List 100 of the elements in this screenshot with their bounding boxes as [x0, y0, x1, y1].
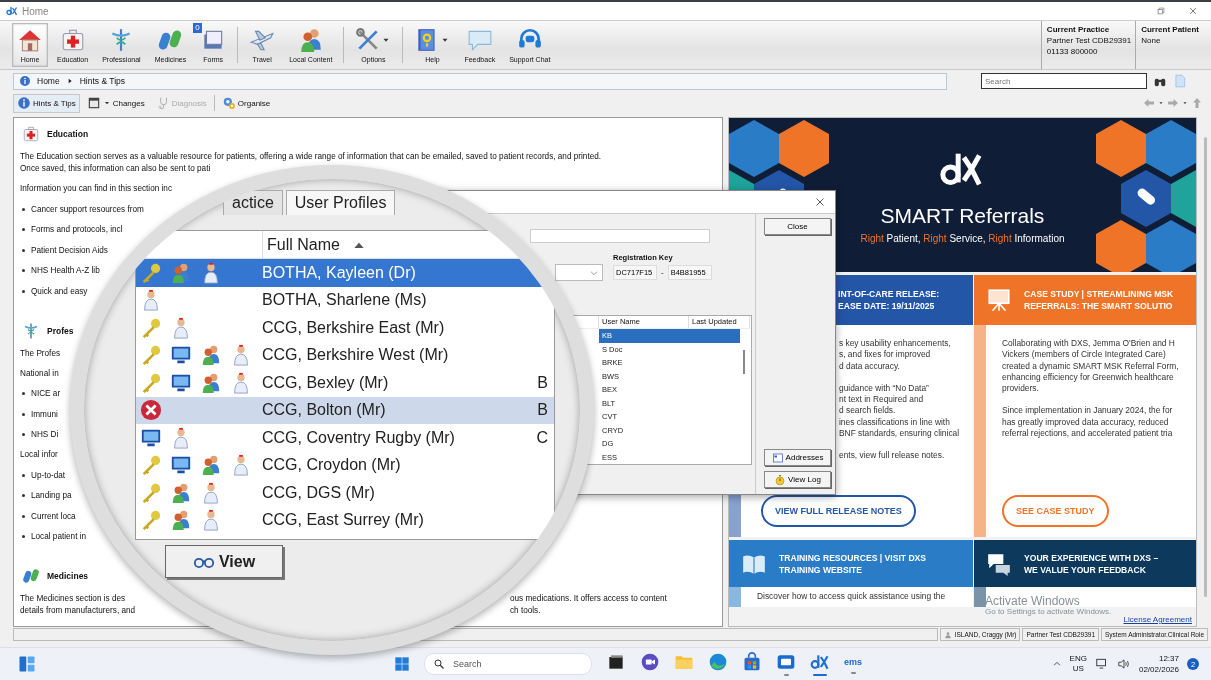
dropdown-field[interactable] — [555, 264, 603, 281]
easel-icon — [986, 287, 1012, 313]
separator-text: - — [661, 268, 664, 277]
bullet-icon — [22, 248, 25, 252]
bullet-icon — [22, 514, 25, 518]
list-row[interactable]: CCG, Bolton (Mr) B — [136, 396, 554, 424]
view-button[interactable]: View — [165, 545, 283, 578]
people-icon — [170, 261, 192, 284]
section-heading: Education — [47, 129, 89, 139]
up-arrow-icon — [1191, 97, 1203, 109]
first-aid-kit-icon — [22, 125, 40, 143]
list-row[interactable]: CCG, Berkshire West (Mr) — [136, 341, 554, 369]
app-window-icon — [606, 652, 626, 672]
list-row[interactable]: CCG, Coventry Rugby (Mr) C — [136, 424, 554, 452]
table-cell: CCG, DGS (Mr) — [262, 483, 375, 502]
list-row[interactable]: CCG, Croydon (Mr) — [136, 451, 554, 479]
chevron-up-icon — [1051, 659, 1062, 669]
search-field[interactable]: Search — [981, 73, 1147, 89]
input-field[interactable] — [530, 229, 710, 243]
shopping-bag-icon — [742, 652, 762, 672]
people-icon — [170, 481, 192, 504]
list-row[interactable]: CCG, Bexley (Mr) B — [136, 369, 554, 397]
banner-tagline: Right Patient, Right Service, Right Information — [860, 233, 1065, 244]
text-line: ch tools. — [510, 605, 541, 617]
table-cell: BOTHA, Kayleen (Dr) — [262, 263, 416, 282]
forward-arrow-icon — [1167, 97, 1179, 109]
gears-icon — [221, 96, 236, 110]
dialog-button[interactable]: Close — [764, 218, 831, 235]
list-item: Patient Decision Aids — [31, 245, 108, 255]
caduceus-icon — [22, 321, 40, 340]
list-item: Immuni — [31, 409, 58, 419]
list-item: Cancer support resources from — [31, 204, 144, 214]
list-item: Current loca — [31, 511, 76, 521]
toolbar-button[interactable]: Changes — [82, 93, 149, 113]
context-label: Current Patient — [1141, 24, 1199, 35]
caret-down-icon — [1158, 100, 1164, 106]
scrollbar — [743, 350, 745, 374]
bullet-icon — [22, 433, 25, 437]
toolbar-button[interactable]: Organise — [217, 93, 275, 113]
license-link[interactable]: License Agreement — [1123, 615, 1192, 624]
caret-down-icon — [102, 99, 111, 107]
toolbar-button[interactable]: Hints & Tips — [13, 93, 80, 113]
key-icon — [140, 344, 162, 367]
list-item: NHS Di — [31, 430, 59, 440]
clock-time: 12:37 — [1158, 653, 1179, 664]
people-icon — [200, 344, 222, 367]
list-item: Forms and protocols, incl — [31, 225, 123, 235]
caret-down-icon — [1182, 100, 1188, 106]
bullet-icon — [22, 228, 25, 232]
list-item: Up-to-dat — [31, 470, 66, 480]
stethoscope-icon — [155, 96, 170, 110]
speaker-icon — [1116, 657, 1131, 671]
network-icon — [1094, 657, 1109, 671]
key-icon — [140, 316, 162, 339]
card-stripe — [729, 587, 741, 607]
watermark-text: Go to Settings to activate Windows. — [985, 607, 1112, 616]
bullet-icon — [22, 473, 25, 477]
section-heading: Profes — [47, 325, 74, 336]
card-title[interactable]: TRAINING RESOURCES | VISIT DXS TRAINING WEBSITE — [779, 551, 927, 576]
card-stripe — [974, 587, 986, 607]
dialog-button[interactable]: Addresses — [764, 449, 831, 466]
key-icon — [140, 261, 162, 284]
list-item: NICE ar — [31, 389, 61, 399]
restore-icon — [1156, 6, 1166, 16]
card-text: Since implementation in January 2024, the for has greatly improved data accuracy, reduced referral rejections, and accelerated patient tria — [1002, 405, 1174, 440]
table-cell: CCG, Coventry Rugby (Mr) — [262, 428, 455, 447]
breadcrumb-item[interactable]: Hints & Tips — [79, 76, 126, 86]
key-icon — [140, 371, 162, 394]
list-row[interactable]: CCG, East Surrey (Mr) — [136, 506, 554, 534]
info-icon — [19, 75, 31, 87]
key-icon — [140, 481, 162, 504]
search-field[interactable]: Search — [424, 653, 592, 675]
region-text: US — [1072, 664, 1084, 674]
list-row[interactable]: CCG, Berkshire East (Mr) — [136, 314, 554, 342]
bullet-icon — [22, 289, 25, 293]
bullet-icon — [22, 392, 25, 396]
people-icon — [200, 454, 222, 477]
card-title[interactable]: YOUR EXPERIENCE WITH DXS – WE VALUE YOUR FEEDBACK — [1024, 551, 1159, 576]
paragraph: National in — [20, 367, 59, 380]
clock-date: 02/02/2026 — [1138, 664, 1179, 675]
people-icon — [200, 371, 222, 394]
tab[interactable]: actice — [223, 190, 283, 215]
list-row[interactable]: BOTHA, Sharlene (Ms) — [136, 286, 554, 314]
card-title[interactable]: INT-OF-CARE RELEASE: EASE DATE: 19/11/2025 — [838, 288, 940, 312]
stopwatch-icon — [774, 473, 787, 486]
context-value: 01133 800000 — [1046, 46, 1099, 57]
list-item: NHS Health A-Z lib — [31, 266, 100, 276]
breadcrumb-item[interactable]: Home — [37, 76, 60, 86]
paragraph: Local infor — [20, 449, 58, 461]
card-text: s key usability enhancements, s, and fixes for improved d data accuracy. — [839, 338, 952, 372]
card-button[interactable]: VIEW FULL RELEASE NOTES — [761, 495, 916, 527]
card-text: ents, view full release notes. — [839, 450, 946, 462]
taskbar-app[interactable]: ems — [844, 652, 862, 676]
key-icon — [140, 454, 162, 477]
dialog-button[interactable]: View Log — [764, 471, 831, 488]
list-row[interactable]: CCG, DGS (Mr) — [136, 479, 554, 507]
table-cell: CCG, Bolton (Mr) — [262, 401, 386, 420]
bullet-icon — [22, 494, 25, 498]
list-item: Quick and easy — [31, 286, 88, 296]
tab[interactable]: User Profiles — [285, 190, 396, 215]
